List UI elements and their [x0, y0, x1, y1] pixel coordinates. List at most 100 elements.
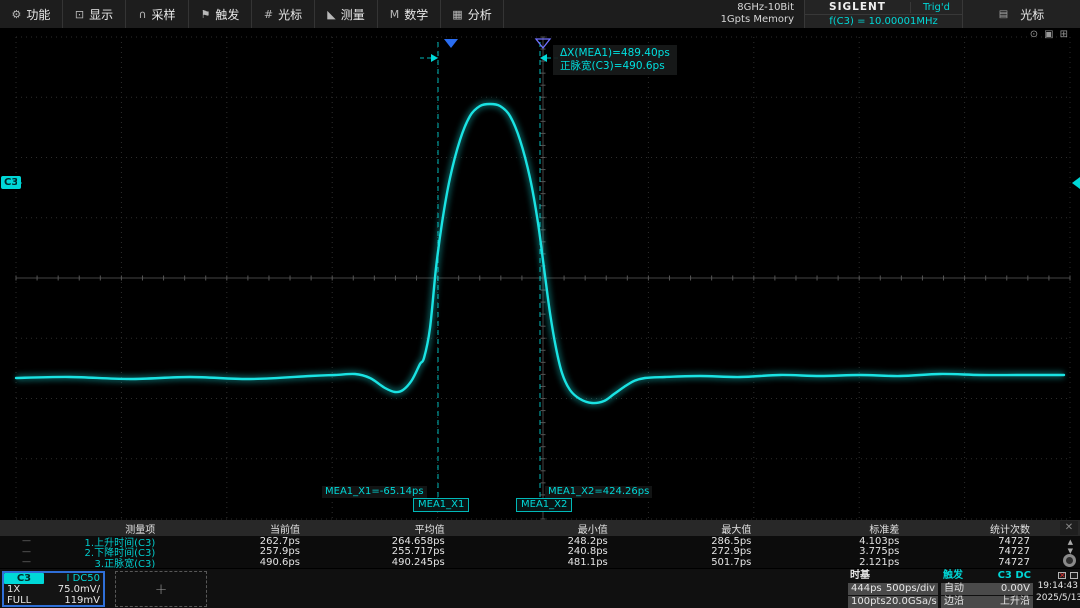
- menu-analysis-label: 分析: [468, 6, 492, 23]
- col-header-min: 最小值: [455, 521, 618, 536]
- trigger-level: 0.00V: [1001, 583, 1030, 595]
- network-status-icons: ✕: [1036, 570, 1078, 580]
- clock-time: 19:14:43: [1036, 580, 1078, 592]
- spec-memory: 1Gpts Memory: [721, 14, 794, 26]
- measure-max: 501.7ps: [618, 557, 762, 568]
- measure-min: 481.1ps: [455, 557, 618, 568]
- cursor-dialog-label: 光标: [1020, 6, 1044, 23]
- menu-measure[interactable]: ◣ 测量: [315, 0, 378, 28]
- measure-count: 74727: [909, 557, 1040, 568]
- measure-icon: ◣: [327, 8, 335, 21]
- flip-page-icon[interactable]: ⊞: [1060, 29, 1074, 40]
- channel-c3-offset-marker[interactable]: C3: [1, 176, 21, 189]
- timebase-samplerate: 20.0GSa/s: [886, 596, 937, 608]
- clipboard-icon: ▤: [999, 9, 1008, 20]
- measure-std: 4.103ps: [761, 536, 909, 547]
- trigger-mode: 自动: [944, 583, 964, 595]
- trigger-panel[interactable]: 触发 C3 DC 自动 0.00V 边沿 上升沿: [941, 570, 1033, 608]
- fullscreen-icon[interactable]: ▣: [1044, 29, 1059, 40]
- channel-offset: 119mV: [64, 595, 100, 606]
- menu-cursor-label: 光标: [278, 6, 302, 23]
- measure-max: 286.5ps: [618, 536, 762, 547]
- menu-math-label: 数学: [404, 6, 428, 23]
- channel-probe: 1X: [7, 584, 20, 595]
- measure-mean: 490.245ps: [310, 557, 455, 568]
- measure-min: 240.8ps: [455, 546, 618, 557]
- timebase-delay: 444ps: [851, 583, 882, 595]
- delta-x-readout: ΔX(MEA1)=489.40ps: [560, 47, 670, 60]
- channel-c3-panel[interactable]: C3 I DC50 1X 75.0mV/ FULL 119mV: [2, 571, 105, 607]
- cursor-x1-handle[interactable]: MEA1_X1: [413, 498, 469, 512]
- menu-function[interactable]: ⚙ 功能: [0, 0, 63, 28]
- trigger-type: 边沿: [944, 596, 964, 608]
- measure-max: 272.9ps: [618, 546, 762, 557]
- measurement-table: 测量项 当前值 平均值 最小值 最大值 标准差 统计次数 — 1.上升时间(C3…: [0, 520, 1080, 568]
- menu-acquire-label: 采样: [152, 6, 176, 23]
- menu-trigger[interactable]: ⚑ 触发: [189, 0, 252, 28]
- channel-bandwidth: FULL: [7, 595, 31, 606]
- spec-bandwidth: 8GHz-10Bit: [737, 2, 794, 14]
- col-header-max: 最大值: [618, 521, 762, 536]
- menu-acquire[interactable]: ∩ 采样: [126, 0, 189, 28]
- clock-panel: ✕ 19:14:43 2025/5/13: [1036, 570, 1078, 604]
- add-channel-slot[interactable]: +: [115, 571, 207, 607]
- trigger-flag-icon: ⚑: [201, 8, 211, 21]
- cursor-x2-value: MEA1_X2=424.26ps: [545, 486, 652, 498]
- waveform-svg: [0, 28, 1080, 520]
- table-row[interactable]: — 3.正脉宽(C3) 490.6ps 490.245ps 481.1ps 50…: [0, 557, 1080, 568]
- col-header-std: 标准差: [761, 521, 909, 536]
- col-header-current: 当前值: [165, 521, 310, 536]
- menu-cursor[interactable]: # 光标: [252, 0, 315, 28]
- timebase-title: 时基: [850, 570, 870, 582]
- cursor-delta-annotation: ΔX(MEA1)=489.40ps 正脉宽(C3)=490.6ps: [553, 45, 677, 75]
- timebase-scale: 500ps/div: [886, 583, 935, 595]
- frequency-readout: f(C3) = 10.00001MHz: [805, 14, 962, 28]
- cursor-hash-icon: #: [264, 8, 273, 21]
- menu-math[interactable]: M 数学: [378, 0, 441, 28]
- analysis-icon: ▦: [452, 8, 462, 21]
- menu-analysis[interactable]: ▦ 分析: [441, 0, 504, 28]
- col-header-mean: 平均值: [310, 521, 455, 536]
- table-controls: ✕ ▲ ▼: [1058, 520, 1078, 568]
- trigger-slope: 上升沿: [1000, 596, 1030, 608]
- close-table-icon[interactable]: ✕: [1060, 521, 1078, 535]
- menu-function-label: 功能: [26, 6, 50, 23]
- status-bar: C3 I DC50 1X 75.0mV/ FULL 119mV + 时基 444…: [0, 568, 1080, 608]
- screenshot-camera-icon[interactable]: ⊙: [1030, 29, 1044, 40]
- measure-current: 257.9ps: [165, 546, 310, 557]
- timebase-points: 100pts: [851, 596, 886, 608]
- timebase-panel[interactable]: 时基 444ps 500ps/div 100pts 20.0GSa/s: [848, 570, 938, 608]
- menu-trigger-label: 触发: [215, 6, 239, 23]
- trigger-level-marker[interactable]: [1066, 177, 1080, 189]
- top-right-cluster: 8GHz-10Bit 1Gpts Memory SIGLENT Trig'd f…: [721, 0, 1080, 28]
- cursor-x2-handle[interactable]: MEA1_X2: [516, 498, 572, 512]
- clock-date: 2025/5/13: [1036, 592, 1078, 604]
- scroll-up-icon[interactable]: ▲: [1068, 538, 1073, 546]
- gear-icon: ⚙: [12, 8, 22, 21]
- measure-count: 74727: [909, 546, 1040, 557]
- channel-coupling: I DC50: [66, 573, 100, 584]
- channel-c3-tab[interactable]: C3: [4, 573, 44, 584]
- cursor-x1-value: MEA1_X1=-65.14ps: [322, 486, 427, 498]
- menu-measure-label: 测量: [341, 6, 365, 23]
- pulse-width-readout: 正脉宽(C3)=490.6ps: [560, 60, 670, 73]
- brand-status-block: SIGLENT Trig'd f(C3) = 10.00001MHz: [804, 0, 962, 28]
- measure-current: 262.7ps: [165, 536, 310, 547]
- measure-std: 3.775ps: [761, 546, 909, 557]
- lan-disconnected-icon: ✕: [1058, 572, 1066, 579]
- row-dash-icon: —: [22, 557, 31, 567]
- measure-count: 74727: [909, 536, 1040, 547]
- math-icon: M: [390, 8, 400, 21]
- stats-reset-icon[interactable]: [1063, 554, 1076, 567]
- add-channel-icon: +: [155, 580, 168, 598]
- display-icon: ⊡: [75, 8, 84, 21]
- channel-scale: 75.0mV/: [58, 584, 100, 595]
- trigger-source: C3 DC: [998, 570, 1031, 582]
- measure-mean: 264.658ps: [310, 536, 455, 547]
- screen-toolbar[interactable]: ⊙▣⊞: [1030, 29, 1074, 40]
- cursor-dialog-button[interactable]: ▤ 光标: [962, 0, 1080, 28]
- col-header-count: 统计次数: [909, 521, 1040, 536]
- trigger-title: 触发: [943, 570, 963, 582]
- lan-icon: [1070, 572, 1078, 579]
- menu-display[interactable]: ⊡ 显示: [63, 0, 126, 28]
